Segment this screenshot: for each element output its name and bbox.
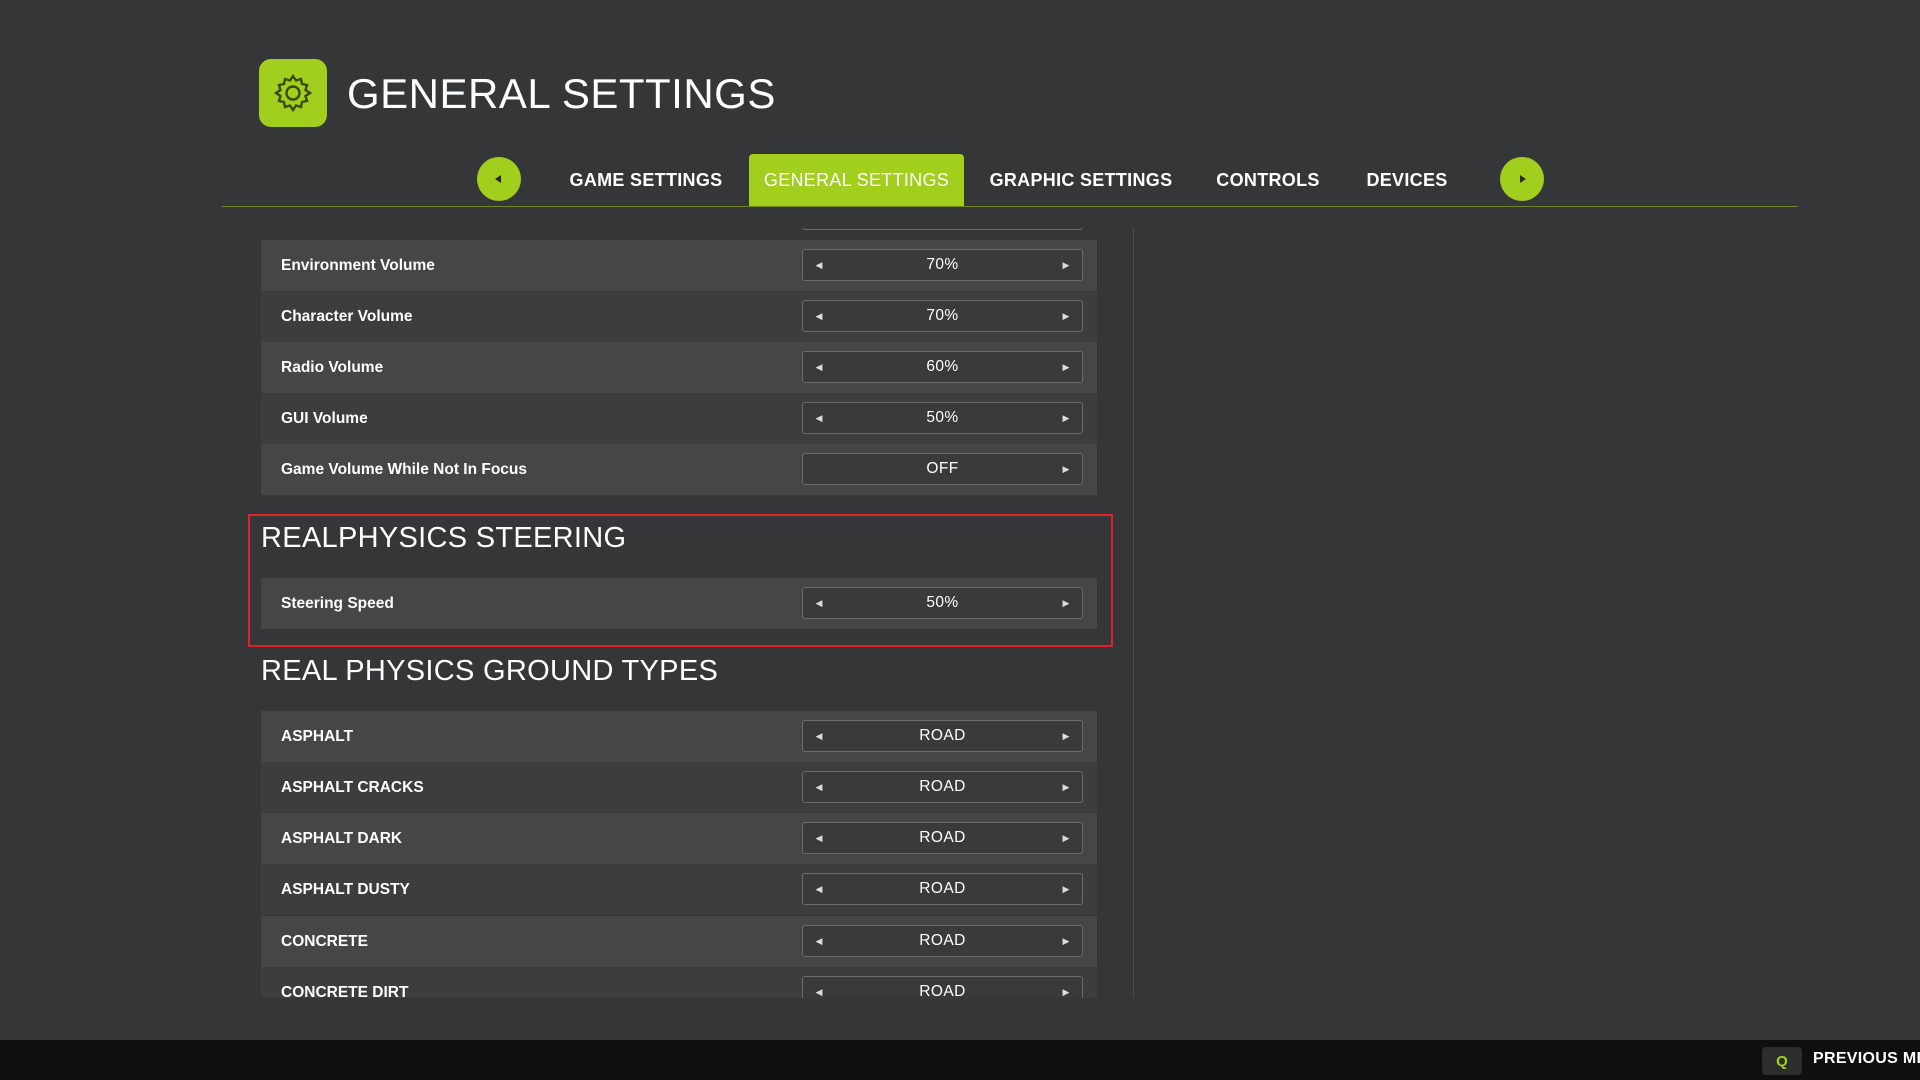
gear-icon — [259, 59, 327, 127]
key-hint-badge[interactable]: Q — [1762, 1047, 1802, 1075]
value-selector[interactable]: ◀ ROAD ▶ — [802, 771, 1083, 803]
tab-graphic-settings[interactable]: GRAPHIC SETTINGS — [984, 154, 1178, 206]
decrease-arrow-icon[interactable]: ◀ — [807, 588, 831, 618]
setting-label: ASPHALT DUSTY — [281, 880, 410, 898]
value-selector[interactable]: ◀ ROAD ▶ — [802, 976, 1083, 998]
decrease-arrow-icon[interactable]: ◀ — [807, 721, 831, 751]
selector-value: ROAD — [919, 829, 966, 846]
decrease-arrow-icon[interactable]: ◀ — [807, 823, 831, 853]
increase-arrow-icon[interactable]: ▶ — [1054, 977, 1078, 998]
selector-value: 60% — [926, 358, 959, 375]
setting-row-asphalt-dusty: ASPHALT DUSTY ◀ ROAD ▶ — [261, 864, 1097, 915]
panel-divider — [1133, 228, 1134, 998]
selector-value: ROAD — [919, 778, 966, 795]
setting-label: Game Volume While Not In Focus — [281, 460, 528, 478]
previous-menu-button[interactable]: PREVIOUS ME — [1813, 1050, 1920, 1068]
tab-general-settings[interactable]: GENERAL SETTINGS — [749, 154, 964, 206]
setting-label: CONCRETE — [281, 932, 368, 950]
bottom-bar — [0, 1040, 1920, 1080]
selector-value: 50% — [926, 594, 959, 611]
selector-value: 50% — [926, 409, 959, 426]
selector-value: ROAD — [919, 727, 966, 744]
setting-label: ASPHALT — [281, 727, 354, 745]
setting-row-asphalt: ASPHALT ◀ ROAD ▶ — [261, 711, 1097, 762]
section-title-ground-types: REAL PHYSICS GROUND TYPES — [261, 655, 719, 687]
increase-arrow-icon[interactable]: ▶ — [1054, 301, 1078, 331]
next-tab-button[interactable] — [1500, 157, 1544, 201]
setting-row-asphalt-dark: ASPHALT DARK ◀ ROAD ▶ — [261, 813, 1097, 864]
setting-label: ASPHALT CRACKS — [281, 778, 424, 796]
increase-arrow-icon[interactable]: ▶ — [1054, 926, 1078, 956]
tab-devices[interactable]: DEVICES — [1357, 154, 1457, 206]
decrease-arrow-icon[interactable]: ◀ — [807, 250, 831, 280]
setting-label: CONCRETE DIRT — [281, 983, 409, 999]
value-selector[interactable]: ◀ ROAD ▶ — [802, 720, 1083, 752]
selector-value: ROAD — [919, 880, 966, 897]
selector-value: 70% — [926, 256, 959, 273]
setting-label: Radio Volume — [281, 358, 384, 376]
value-selector[interactable]: OFF ▶ — [802, 453, 1083, 485]
tab-controls[interactable]: CONTROLS — [1207, 154, 1329, 206]
increase-arrow-icon[interactable]: ▶ — [1054, 823, 1078, 853]
decrease-arrow-icon[interactable]: ◀ — [807, 926, 831, 956]
value-selector[interactable]: ◀ ROAD ▶ — [802, 925, 1083, 957]
decrease-arrow-icon[interactable]: ◀ — [807, 874, 831, 904]
selector-value: 70% — [926, 307, 959, 324]
increase-arrow-icon[interactable]: ▶ — [1054, 874, 1078, 904]
setting-row-radio-volume: Radio Volume ◀ 60% ▶ — [261, 342, 1097, 393]
value-selector[interactable]: ◀ 50% ▶ — [802, 402, 1083, 434]
value-selector[interactable]: ◀ ROAD ▶ — [802, 873, 1083, 905]
decrease-arrow-icon[interactable]: ◀ — [807, 772, 831, 802]
settings-list[interactable]: Environment Volume ◀ 70% ▶ Character Vol… — [261, 228, 1098, 998]
value-selector[interactable]: ◀ 60% ▶ — [802, 351, 1083, 383]
clipped-selector — [802, 228, 1083, 230]
selector-value: OFF — [926, 460, 959, 477]
decrease-arrow-icon[interactable]: ◀ — [807, 301, 831, 331]
setting-row-steering-speed: Steering Speed ◀ 50% ▶ — [261, 578, 1097, 629]
settings-screen: GENERAL SETTINGS GAME SETTINGS GENERAL S… — [0, 0, 1920, 1080]
decrease-arrow-icon[interactable]: ◀ — [807, 352, 831, 382]
setting-label: GUI Volume — [281, 409, 368, 427]
value-selector[interactable]: ◀ 50% ▶ — [802, 587, 1083, 619]
setting-label: Character Volume — [281, 307, 413, 325]
value-selector[interactable]: ◀ 70% ▶ — [802, 249, 1083, 281]
setting-label: ASPHALT DARK — [281, 829, 403, 847]
increase-arrow-icon[interactable]: ▶ — [1054, 588, 1078, 618]
setting-label: Steering Speed — [281, 594, 394, 612]
decrease-arrow-icon[interactable]: ◀ — [807, 403, 831, 433]
increase-arrow-icon[interactable]: ▶ — [1054, 352, 1078, 382]
arrow-left-icon — [495, 175, 501, 183]
selector-value: ROAD — [919, 932, 966, 949]
increase-arrow-icon[interactable]: ▶ — [1054, 250, 1078, 280]
previous-tab-button[interactable] — [477, 157, 521, 201]
selector-value: ROAD — [919, 983, 966, 998]
tab-game-settings[interactable]: GAME SETTINGS — [556, 154, 736, 206]
setting-row-concrete-dirt: CONCRETE DIRT ◀ ROAD ▶ — [261, 967, 1097, 998]
setting-row-concrete: CONCRETE ◀ ROAD ▶ — [261, 916, 1097, 967]
arrow-right-icon — [1520, 175, 1526, 183]
setting-label: Environment Volume — [281, 256, 435, 274]
decrease-arrow-icon[interactable]: ◀ — [807, 977, 831, 998]
setting-row-character-volume: Character Volume ◀ 70% ▶ — [261, 291, 1097, 342]
increase-arrow-icon[interactable]: ▶ — [1054, 721, 1078, 751]
increase-arrow-icon[interactable]: ▶ — [1054, 772, 1078, 802]
setting-row-gui-volume: GUI Volume ◀ 50% ▶ — [261, 393, 1097, 444]
section-title-steering: REALPHYSICS STEERING — [261, 522, 627, 554]
setting-row-environment-volume: Environment Volume ◀ 70% ▶ — [261, 240, 1097, 291]
page-title: GENERAL SETTINGS — [347, 70, 776, 117]
setting-row-asphalt-cracks: ASPHALT CRACKS ◀ ROAD ▶ — [261, 762, 1097, 813]
increase-arrow-icon[interactable]: ▶ — [1054, 454, 1078, 484]
increase-arrow-icon[interactable]: ▶ — [1054, 403, 1078, 433]
value-selector[interactable]: ◀ 70% ▶ — [802, 300, 1083, 332]
setting-row-game-volume-focus: Game Volume While Not In Focus OFF ▶ — [261, 444, 1097, 495]
value-selector[interactable]: ◀ ROAD ▶ — [802, 822, 1083, 854]
